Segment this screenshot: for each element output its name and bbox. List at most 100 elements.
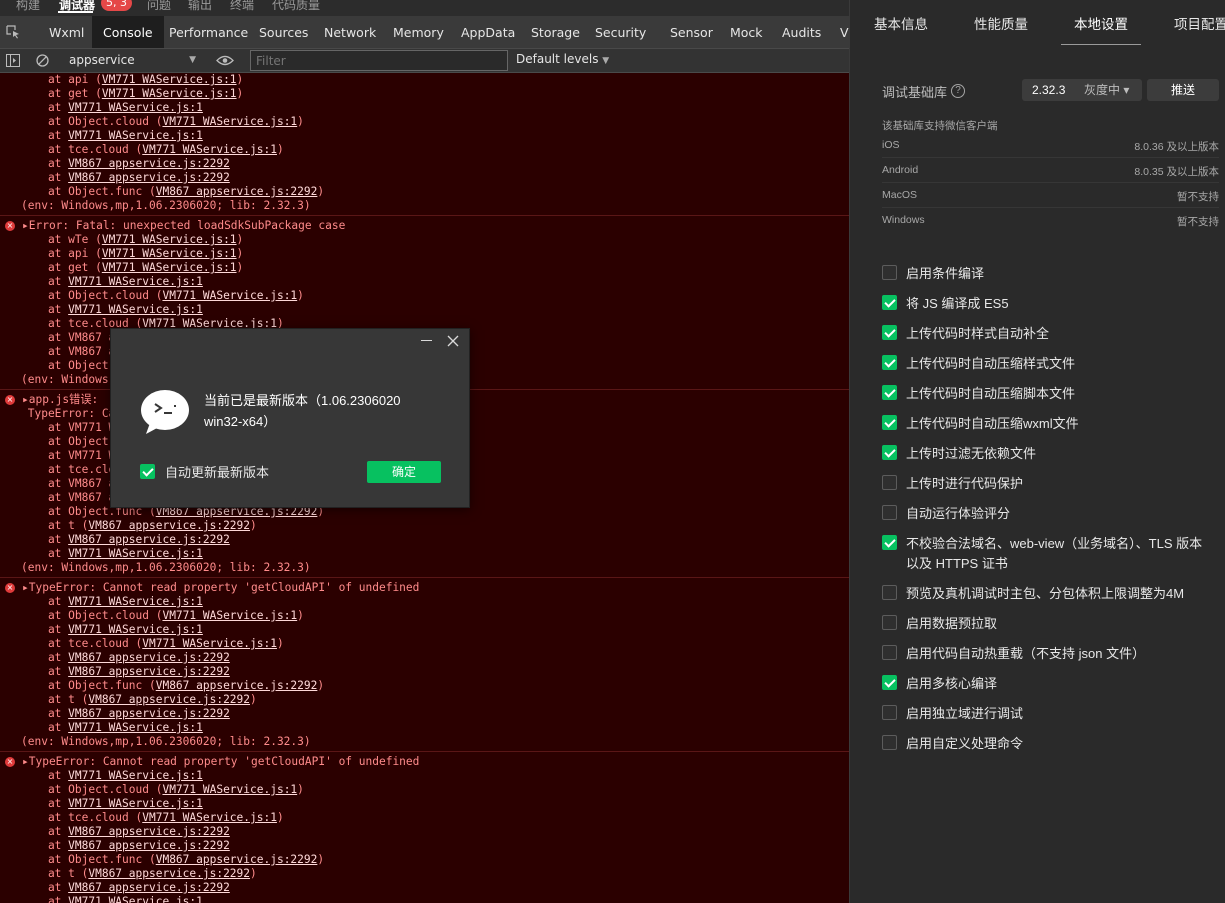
tab-security[interactable]: Security [584, 16, 657, 48]
console-stack-line[interactable]: at Object.cloud (VM771 WAService.js:1) [21, 289, 304, 303]
console-stack-line[interactable]: at tce.cloud (VM771 WAService.js:1) [21, 637, 284, 651]
console-stack-line[interactable]: at VM867 appservice.js:2292 [21, 839, 230, 853]
source-link[interactable]: VM771 WAService.js:1 [68, 623, 203, 636]
checkbox[interactable] [882, 535, 897, 550]
source-link[interactable]: VM771 WAService.js:1 [68, 595, 203, 608]
checkbox[interactable] [140, 464, 155, 479]
source-link[interactable]: VM867 appservice.js:2292 [156, 679, 318, 692]
console-stack-line[interactable]: at Object.func (VM867 appservice.js:2292… [21, 679, 324, 693]
source-link[interactable]: VM771 WAService.js:1 [68, 275, 203, 288]
sidebar-toggle-icon[interactable] [6, 54, 20, 67]
source-link[interactable]: VM771 WAService.js:1 [162, 609, 297, 622]
console-stack-line[interactable]: at VM771 WAService.js:1 [21, 895, 203, 903]
tab-memory[interactable]: Memory [382, 16, 455, 48]
console-stack-line[interactable]: at Object.func (VM867 appservice.js:2292… [21, 185, 324, 199]
console-stack-line[interactable]: at get (VM771 WAService.js:1) [21, 87, 243, 101]
source-link[interactable]: VM867 appservice.js:2292 [68, 825, 230, 838]
source-link[interactable]: VM771 WAService.js:1 [68, 895, 203, 903]
source-link[interactable]: VM771 WAService.js:1 [102, 73, 237, 86]
source-link[interactable]: VM867 appservice.js:2292 [68, 881, 230, 894]
console-stack-line[interactable]: at api (VM771 WAService.js:1) [21, 247, 243, 261]
console-filter-input[interactable] [250, 50, 508, 71]
checkbox[interactable] [882, 585, 897, 600]
source-link[interactable]: VM867 appservice.js:2292 [88, 519, 250, 532]
tab-problems[interactable]: 问题 [147, 0, 171, 13]
tab-terminal[interactable]: 终端 [230, 0, 254, 13]
source-link[interactable]: VM771 WAService.js:1 [102, 261, 237, 274]
tab-build[interactable]: 构建 [16, 0, 40, 13]
source-link[interactable]: VM771 WAService.js:1 [142, 811, 277, 824]
source-link[interactable]: VM867 appservice.js:2292 [68, 707, 230, 720]
source-link[interactable]: VM771 WAService.js:1 [68, 769, 203, 782]
eye-icon[interactable] [216, 54, 234, 67]
tab-performance-quality[interactable]: 性能质量 [974, 13, 1028, 33]
tab-audits[interactable]: Audits [771, 16, 832, 48]
tab-basic-info[interactable]: 基本信息 [874, 13, 928, 33]
console-stack-line[interactable]: at VM771 WAService.js:1 [21, 595, 203, 609]
checkbox[interactable] [882, 415, 897, 430]
tab-vi-overflow[interactable]: Vi [829, 16, 849, 48]
checkbox[interactable] [882, 505, 897, 520]
console-stack-line[interactable]: at t (VM867 appservice.js:2292) [21, 519, 257, 533]
console-stack-line[interactable]: at Object.cloud (VM771 WAService.js:1) [21, 783, 304, 797]
console-stack-line[interactable]: at VM867 appservice.js:2292 [21, 665, 230, 679]
console-stack-line[interactable]: at VM867 appservice.js:2292 [21, 825, 230, 839]
source-link[interactable]: VM771 WAService.js:1 [68, 101, 203, 114]
console-stack-line[interactable]: at VM771 WAService.js:1 [21, 129, 203, 143]
tab-local-settings[interactable]: 本地设置 [1074, 13, 1128, 33]
console-stack-line[interactable]: at api (VM771 WAService.js:1) [21, 73, 243, 87]
minimize-icon[interactable] [421, 340, 432, 341]
source-link[interactable]: VM771 WAService.js:1 [68, 129, 203, 142]
console-stack-line[interactable]: at VM771 WAService.js:1 [21, 275, 203, 289]
source-link[interactable]: VM771 WAService.js:1 [142, 637, 277, 650]
source-link[interactable]: VM771 WAService.js:1 [68, 797, 203, 810]
log-levels-select[interactable]: Default levels ▼ [516, 52, 609, 66]
checkbox[interactable] [882, 355, 897, 370]
source-link[interactable]: VM771 WAService.js:1 [162, 289, 297, 302]
tab-appdata[interactable]: AppData [450, 16, 526, 48]
checkbox[interactable] [882, 445, 897, 460]
checkbox[interactable] [882, 385, 897, 400]
source-link[interactable]: VM867 appservice.js:2292 [88, 867, 250, 880]
checkbox[interactable] [882, 735, 897, 750]
source-link[interactable]: VM867 appservice.js:2292 [68, 651, 230, 664]
source-link[interactable]: VM867 appservice.js:2292 [68, 171, 230, 184]
console-stack-line[interactable]: at VM771 WAService.js:1 [21, 769, 203, 783]
checkbox[interactable] [882, 645, 897, 660]
checkbox[interactable] [882, 705, 897, 720]
base-library-version-select[interactable]: 2.32.3 灰度中 ▾ [1022, 79, 1142, 101]
console-stack-line[interactable]: at VM771 WAService.js:1 [21, 797, 203, 811]
inspect-element-icon[interactable] [6, 25, 20, 39]
console-stack-line[interactable]: at VM771 WAService.js:1 [21, 101, 203, 115]
push-button[interactable]: 推送 [1147, 79, 1219, 101]
tab-sensor[interactable]: Sensor [659, 16, 724, 48]
source-link[interactable]: VM867 appservice.js:2292 [68, 533, 230, 546]
console-stack-line[interactable]: at VM771 WAService.js:1 [21, 721, 203, 735]
tab-console[interactable]: Console [92, 16, 164, 48]
source-link[interactable]: VM771 WAService.js:1 [162, 115, 297, 128]
console-stack-line[interactable]: at VM771 WAService.js:1 [21, 547, 203, 561]
source-link[interactable]: VM867 appservice.js:2292 [68, 665, 230, 678]
console-stack-line[interactable]: at Object.cloud (VM771 WAService.js:1) [21, 609, 304, 623]
source-link[interactable]: VM771 WAService.js:1 [102, 233, 237, 246]
tab-mock[interactable]: Mock [719, 16, 774, 48]
console-stack-line[interactable]: at tce.cloud (VM771 WAService.js:1) [21, 143, 284, 157]
tab-network[interactable]: Network [313, 16, 387, 48]
console-stack-line[interactable]: at Object.func (VM867 appservice.js:2292… [21, 853, 324, 867]
source-link[interactable]: VM771 WAService.js:1 [142, 143, 277, 156]
console-stack-line[interactable]: at get (VM771 WAService.js:1) [21, 261, 243, 275]
source-link[interactable]: VM771 WAService.js:1 [68, 547, 203, 560]
console-stack-line[interactable]: at VM771 WAService.js:1 [21, 303, 203, 317]
checkbox[interactable] [882, 325, 897, 340]
source-link[interactable]: VM771 WAService.js:1 [102, 87, 237, 100]
tab-code-quality[interactable]: 代码质量 [272, 0, 320, 13]
execution-context-select[interactable]: appservice ▼ [60, 50, 202, 71]
console-stack-line[interactable]: at VM867 appservice.js:2292 [21, 171, 230, 185]
checkbox[interactable] [882, 615, 897, 630]
confirm-button[interactable]: 确定 [367, 461, 441, 483]
checkbox[interactable] [882, 675, 897, 690]
source-link[interactable]: VM867 appservice.js:2292 [68, 157, 230, 170]
console-stack-line[interactable]: at VM867 appservice.js:2292 [21, 533, 230, 547]
tab-storage[interactable]: Storage [520, 16, 591, 48]
console-stack-line[interactable]: at tce.cloud (VM771 WAService.js:1) [21, 811, 284, 825]
